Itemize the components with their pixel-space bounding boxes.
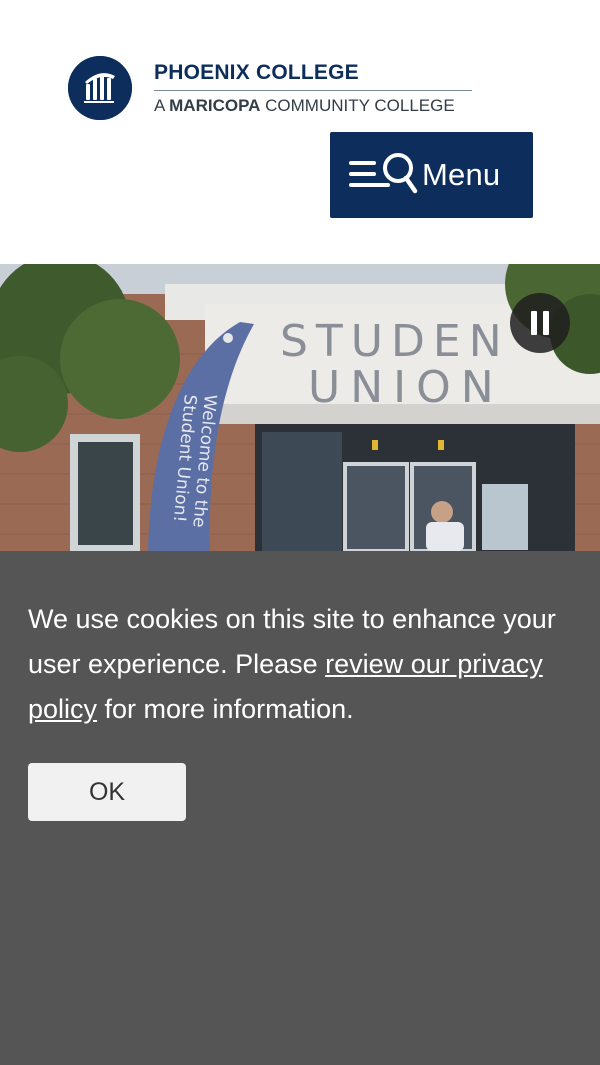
pause-icon <box>528 311 552 335</box>
logo-sub-suffix: COMMUNITY COLLEGE <box>260 96 455 115</box>
cookie-ok-button[interactable]: OK <box>28 763 186 821</box>
menu-button[interactable]: Menu <box>330 132 533 218</box>
cookie-text-after: for more information. <box>97 694 354 724</box>
logo-sub-prefix: A <box>154 96 170 115</box>
logo-sub-bold: MARICOPA <box>169 96 261 115</box>
cookie-banner: We use cookies on this site to enhance y… <box>0 551 600 1065</box>
hero-image-student-union: STUDEN UNION Welcome to the Student Unio… <box>0 264 600 551</box>
menu-label: Menu <box>422 157 501 192</box>
menu-icons <box>348 151 418 199</box>
search-icon <box>383 153 418 194</box>
cookie-message: We use cookies on this site to enhance y… <box>28 597 573 732</box>
site-header: PHOENIX COLLEGE A MARICOPA COMMUNITY COL… <box>0 0 600 264</box>
slideshow-pause-button[interactable] <box>510 293 570 353</box>
sign-line-1: STUDEN <box>280 316 510 367</box>
logo-subtitle: A MARICOPA COMMUNITY COLLEGE <box>154 95 472 117</box>
phoenix-college-logo[interactable]: PHOENIX COLLEGE A MARICOPA COMMUNITY COL… <box>68 56 472 120</box>
logo-title: PHOENIX COLLEGE <box>154 61 359 84</box>
logo-text: PHOENIX COLLEGE A MARICOPA COMMUNITY COL… <box>154 59 472 117</box>
student-union-photo: STUDEN UNION Welcome to the Student Unio… <box>0 264 600 551</box>
logo-divider <box>154 90 472 91</box>
sign-line-2: UNION <box>308 362 504 413</box>
phoenix-logo-icon <box>68 56 132 120</box>
